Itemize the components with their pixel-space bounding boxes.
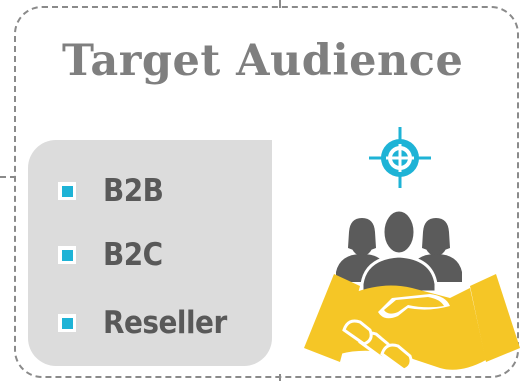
audience-list-panel: B2B B2C Reseller [28,140,272,366]
section-title: Target Audience [62,36,464,86]
audience-illustration [304,127,520,372]
audience-item-reseller: Reseller [58,303,227,343]
people-group-icon [336,208,462,294]
bullet-icon [58,246,76,264]
handshake-icon [304,274,520,372]
audience-item-b2c: B2C [58,235,163,275]
audience-label: B2C [103,237,163,273]
connector-line-left [0,176,16,178]
audience-label: Reseller [103,305,227,341]
target-audience-card: Target Audience B2B B2C Reseller [0,0,524,381]
audience-item-b2b: B2B [58,171,164,211]
bullet-icon [58,314,76,332]
connector-line-bottom [279,374,281,381]
audience-label: B2B [103,173,164,209]
crosshair-icon [369,127,431,188]
bullet-icon [58,182,76,200]
connector-line-top [279,0,281,8]
